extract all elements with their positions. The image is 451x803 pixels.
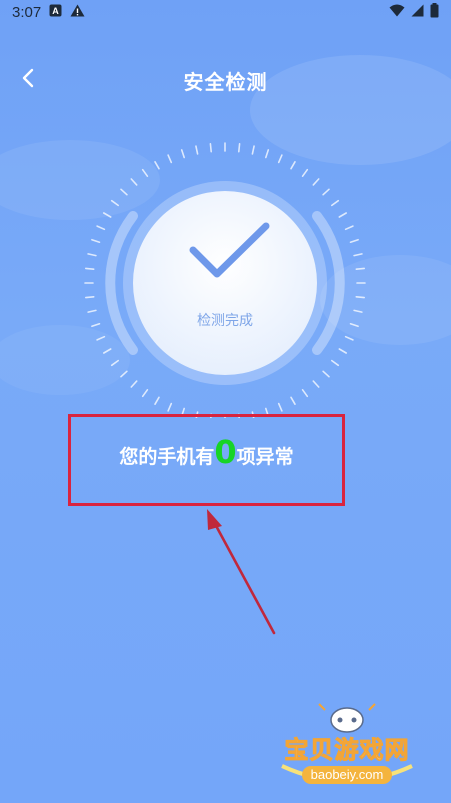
watermark-brand: 宝贝游戏网 bbox=[284, 736, 410, 765]
tick-mark bbox=[96, 225, 106, 231]
battery-icon bbox=[430, 2, 439, 22]
wifi-icon bbox=[389, 4, 405, 21]
result-suffix: 项异常 bbox=[236, 446, 294, 468]
tick-mark bbox=[277, 402, 283, 412]
tick-mark bbox=[355, 296, 366, 299]
tick-mark bbox=[141, 168, 149, 178]
tick-mark bbox=[312, 178, 320, 186]
tick-mark bbox=[85, 296, 95, 299]
tick-mark bbox=[130, 380, 138, 388]
tick-mark bbox=[355, 267, 366, 270]
tick-mark bbox=[102, 212, 112, 218]
tick-mark bbox=[277, 154, 283, 164]
tick-mark bbox=[85, 267, 95, 270]
tick-mark bbox=[349, 238, 359, 243]
anomaly-count: 0 bbox=[214, 433, 237, 471]
back-button[interactable] bbox=[12, 64, 44, 96]
tick-mark bbox=[330, 359, 340, 367]
watermark-site: baobeiy.com bbox=[302, 766, 392, 784]
status-bar: 3:07 A bbox=[0, 0, 451, 24]
tick-mark bbox=[167, 402, 173, 412]
tick-mark bbox=[110, 199, 120, 207]
tick-mark bbox=[120, 188, 128, 196]
status-time: 3:07 bbox=[12, 3, 42, 21]
tick-mark bbox=[330, 199, 340, 207]
chevron-left-icon bbox=[21, 68, 35, 92]
tick-mark bbox=[167, 154, 173, 164]
tick-mark bbox=[338, 348, 348, 354]
tick-mark bbox=[353, 253, 363, 257]
tick-mark bbox=[344, 335, 354, 341]
tick-mark bbox=[344, 225, 354, 231]
watermark-logo: 宝贝游戏网 baobeiy.com bbox=[272, 700, 432, 796]
warning-icon bbox=[70, 4, 85, 21]
tick-mark bbox=[130, 178, 138, 186]
tick-mark bbox=[322, 188, 330, 196]
tick-mark bbox=[141, 388, 149, 398]
nav-bar: 安全检测 bbox=[0, 58, 451, 102]
tick-mark bbox=[154, 396, 160, 406]
tick-mark bbox=[290, 396, 296, 406]
svg-text:A: A bbox=[52, 6, 59, 16]
tick-mark bbox=[87, 253, 97, 257]
tick-mark bbox=[301, 388, 309, 398]
tick-mark bbox=[96, 335, 106, 341]
tick-mark bbox=[290, 160, 296, 170]
tick-mark bbox=[238, 143, 241, 153]
tick-mark bbox=[251, 145, 255, 155]
result-prefix: 您的手机有 bbox=[119, 446, 215, 468]
tick-mark bbox=[102, 348, 112, 354]
tick-mark bbox=[301, 168, 309, 178]
tick-mark bbox=[338, 212, 348, 218]
tick-mark bbox=[91, 238, 101, 243]
result-message: 您的手机有0项异常 bbox=[68, 432, 345, 477]
tick-mark bbox=[312, 380, 320, 388]
scan-status-label: 检测完成 bbox=[197, 313, 253, 329]
tick-mark bbox=[180, 149, 185, 159]
a-box-icon: A bbox=[49, 4, 62, 21]
signal-icon bbox=[411, 4, 424, 21]
tick-mark bbox=[209, 143, 212, 153]
tick-mark bbox=[322, 370, 330, 378]
tick-mark bbox=[265, 149, 270, 159]
tick-mark bbox=[154, 160, 160, 170]
tick-mark bbox=[110, 359, 120, 367]
page-title: 安全检测 bbox=[183, 69, 268, 94]
tick-mark bbox=[195, 145, 199, 155]
tick-mark bbox=[120, 370, 128, 378]
scan-dial: 检测完成 bbox=[75, 128, 375, 418]
